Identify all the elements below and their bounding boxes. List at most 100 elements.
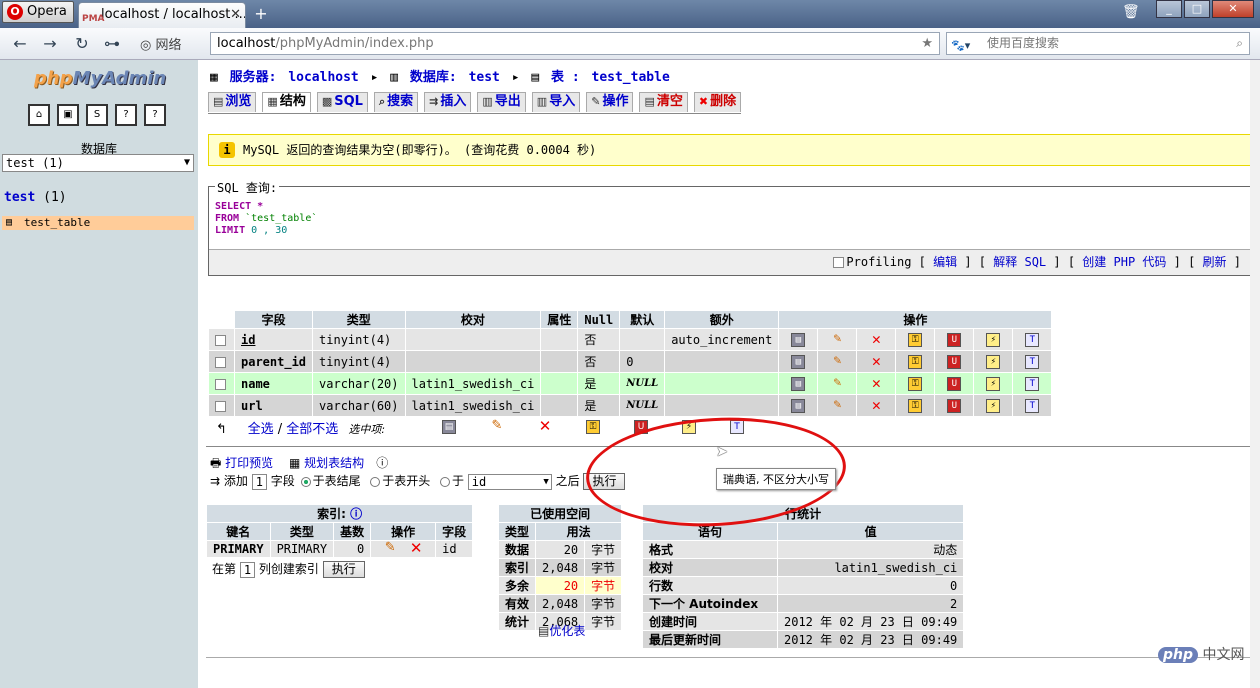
edit-pencil-icon[interactable]: ✎ [830,332,844,347]
crumb-server[interactable]: localhost [288,70,358,85]
new-tab-icon[interactable]: + [252,5,270,23]
radio-end[interactable] [300,476,311,487]
baidu-engine-icon[interactable]: 🐾▾ [951,35,981,52]
add-field-count-input[interactable]: 1 [251,473,267,490]
drop-x-icon[interactable]: ✕ [869,353,883,369]
uncheck-all-link[interactable]: 全部不选 [286,422,338,437]
table-row[interactable]: parent_id tinyint(4) 否 0 ▤ ✎ ✕ ⚿ U ⚡ T [209,351,1052,372]
minimize-icon[interactable]: _ [1156,0,1182,18]
reload-icon[interactable]: ↻ [72,34,92,54]
create-php-link[interactable]: 创建 PHP 代码 [1082,255,1166,269]
sql-icon[interactable]: S [86,104,108,126]
browse-values-icon[interactable]: ▤ [791,376,806,391]
home-icon[interactable]: ⌂ [28,104,50,126]
opera-menu-button[interactable]: O Opera [2,1,74,23]
fulltext-icon[interactable]: T [1025,332,1040,347]
drop-x-icon[interactable]: ✕ [869,331,883,347]
address-bar[interactable]: localhost/phpMyAdmin/index.php ★ [210,32,940,55]
browse-values-icon[interactable]: ▤ [791,332,806,347]
table-row[interactable]: PRIMARY PRIMARY 0 ✎ ✕ id [207,541,473,557]
optimize-table-link[interactable]: ▤优化表 [538,622,585,639]
row-checkbox[interactable] [215,400,226,412]
edit-sql-link[interactable]: 编辑 [933,255,957,269]
browser-tab[interactable]: PMA localhost / localhost ... ✕ [78,2,246,28]
after-field-select[interactable]: id ▼ [467,473,552,490]
edit-pencil-icon[interactable]: ✎ [830,398,844,413]
profiling-checkbox[interactable] [833,257,845,268]
bookmark-star-icon[interactable]: ★ [921,33,933,54]
docs-icon[interactable]: ? [144,104,166,126]
tab-structure[interactable]: ▦ 结构 [262,92,311,112]
edit-selected-icon[interactable]: ✎ [490,419,504,434]
create-index-go-button[interactable]: 执行 [322,561,365,578]
table-row[interactable]: name varchar(20) latin1_swedish_ci 是 NUL… [209,373,1052,394]
table-row[interactable]: id tinyint(4) 否 auto_increment ▤ ✎ ✕ ⚿ U… [209,329,1052,350]
row-checkbox[interactable] [215,378,226,390]
back-icon[interactable]: ← [10,34,30,54]
search-input[interactable]: 🐾▾ 使用百度搜索 ⌕ [946,32,1250,55]
index-icon[interactable]: ⚡ [986,354,1001,369]
crumb-table[interactable]: test_table [592,70,670,85]
browse-values-icon[interactable]: ▤ [791,354,806,369]
browse-values-icon[interactable]: ▤ [791,398,806,413]
query-window-icon[interactable]: ? [115,104,137,126]
edit-pencil-icon[interactable]: ✎ [830,376,844,391]
help-icon[interactable]: ⓘ [376,456,388,470]
check-all-link[interactable]: 全选 [248,422,274,437]
sidebar-item-test-table[interactable]: ▤ test_table [2,216,194,230]
index-icon[interactable]: ⚡ [986,332,1001,347]
fulltext-icon[interactable]: T [1025,398,1040,413]
maximize-icon[interactable]: □ [1184,0,1210,18]
unique-icon[interactable]: U [947,398,962,413]
help-icon[interactable]: ⓘ [350,507,362,521]
unique-icon[interactable]: U [947,332,962,347]
db-select[interactable]: test (1) ▼ [2,154,194,172]
index-icon[interactable]: ⚡ [986,398,1001,413]
explain-sql-link[interactable]: 解释 SQL [993,255,1046,269]
tab-search[interactable]: ⌕ 搜索 [373,92,419,112]
drop-x-icon[interactable]: ✕ [409,541,423,556]
page-scrollbar[interactable] [1250,60,1260,688]
tab-browse[interactable]: ▤ 浏览 [208,92,257,112]
row-checkbox[interactable] [215,334,226,346]
radio-after[interactable] [439,476,450,487]
drop-x-icon[interactable]: ✕ [869,375,883,391]
index-icon[interactable]: ⚡ [986,376,1001,391]
row-checkbox[interactable] [215,356,226,368]
tab-drop[interactable]: ✖ 删除 [693,92,742,112]
forward-icon[interactable]: → [40,34,60,54]
edit-pencil-icon[interactable]: ✎ [383,541,397,556]
tab-export[interactable]: ▥ 导出 [477,92,526,112]
table-row[interactable]: url varchar(60) latin1_swedish_ci 是 NULL… [209,395,1052,416]
primary-key-icon[interactable]: ⚿ [908,398,923,413]
primary-selected-icon[interactable]: ⚿ [586,420,600,434]
trash-icon[interactable]: 🗑 [1122,4,1140,20]
crumb-db[interactable]: test [469,70,500,85]
drop-selected-icon[interactable]: ✕ [538,419,552,434]
fulltext-icon[interactable]: T [1025,376,1040,391]
create-index-count-input[interactable]: 1 [239,561,256,578]
edit-pencil-icon[interactable]: ✎ [830,354,844,369]
tab-sql[interactable]: ▩ SQL [316,92,368,112]
browse-selected-icon[interactable]: ▤ [442,420,456,434]
network-badge[interactable]: ◎ 网络 [140,34,182,53]
fulltext-icon[interactable]: T [1025,354,1040,369]
phpmyadmin-logo[interactable]: phpMyAdmin [34,68,166,89]
tab-insert[interactable]: ⇉ 插入 [424,92,472,112]
radio-begin[interactable] [370,476,381,487]
exit-icon[interactable]: ▣ [57,104,79,126]
primary-key-icon[interactable]: ⚿ [908,354,923,369]
key-icon[interactable]: ⊶ [102,34,122,54]
close-window-icon[interactable]: ✕ [1212,0,1254,18]
refresh-link[interactable]: 刷新 [1203,255,1227,269]
primary-key-icon[interactable]: ⚿ [908,332,923,347]
unique-icon[interactable]: U [947,376,962,391]
drop-x-icon[interactable]: ✕ [869,397,883,413]
unique-icon[interactable]: U [947,354,962,369]
search-icon[interactable]: ⌕ [1236,33,1243,54]
propose-structure-link[interactable]: 规划表结构 [304,456,364,470]
tab-import[interactable]: ▥ 导入 [531,92,581,112]
tab-empty[interactable]: ▤ 清空 [639,92,688,112]
tab-operations[interactable]: ✎ 操作 [586,92,634,112]
db-link[interactable]: test (1) [4,190,67,205]
